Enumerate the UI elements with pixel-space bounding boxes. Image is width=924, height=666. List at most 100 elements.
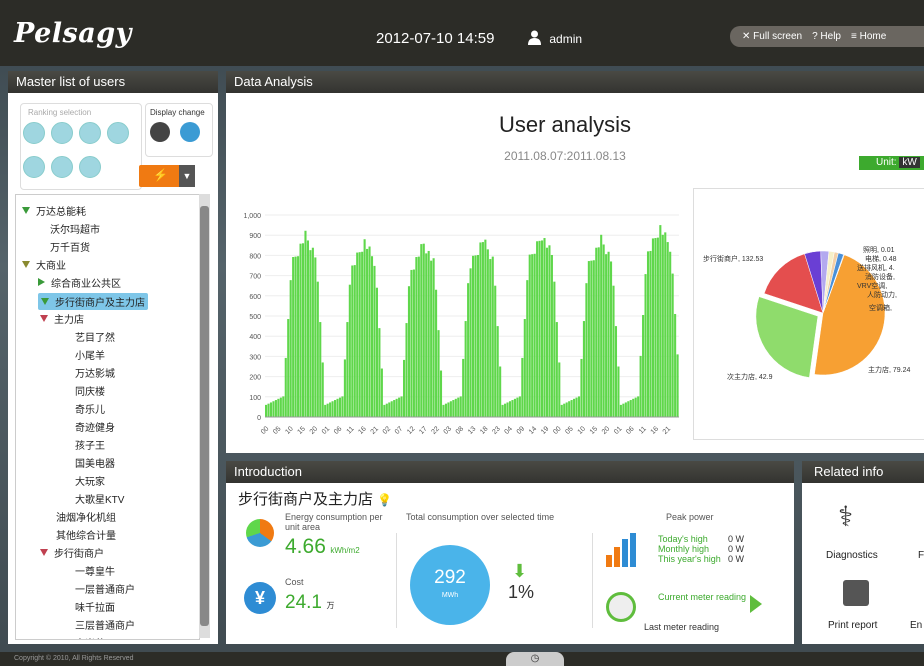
bar[interactable] (607, 251, 610, 417)
tree-item[interactable]: 主力店 (40, 311, 84, 326)
bar[interactable] (390, 401, 393, 417)
tree-scrollbar[interactable] (199, 194, 210, 638)
bar[interactable] (287, 319, 290, 417)
bar[interactable] (331, 401, 334, 417)
bar[interactable] (403, 359, 406, 417)
user-info[interactable]: admin (528, 30, 582, 46)
bar[interactable] (582, 321, 585, 417)
bar[interactable] (324, 404, 327, 417)
bar[interactable] (518, 396, 521, 417)
bar[interactable] (269, 402, 273, 417)
bar[interactable] (442, 404, 445, 417)
bar[interactable] (575, 397, 578, 417)
bar[interactable] (358, 252, 361, 417)
pie-slice[interactable] (755, 296, 819, 378)
bar[interactable] (363, 239, 366, 417)
bar[interactable] (508, 401, 512, 417)
tree-item[interactable]: 三层普通商户 (75, 617, 135, 632)
bar[interactable] (568, 401, 571, 417)
bar[interactable] (479, 242, 482, 417)
bar[interactable] (602, 244, 605, 417)
fullscreen-button[interactable]: ✕ Full screen (742, 31, 802, 42)
bar[interactable] (457, 397, 460, 417)
tree-toggle-icon[interactable] (40, 549, 48, 556)
tree-toggle-icon[interactable] (22, 207, 30, 214)
bar[interactable] (587, 261, 590, 417)
home-button[interactable]: ≡ Home (851, 31, 886, 42)
bar[interactable] (294, 256, 297, 417)
bar[interactable] (476, 254, 480, 417)
bar[interactable] (279, 397, 282, 417)
tree-item[interactable]: 大歌星KTV (75, 491, 124, 506)
bar[interactable] (486, 249, 489, 417)
bar[interactable] (585, 283, 588, 417)
bar[interactable] (610, 261, 613, 417)
bar[interactable] (356, 252, 359, 417)
bar[interactable] (573, 398, 576, 417)
bar[interactable] (570, 400, 573, 417)
bar[interactable] (444, 403, 447, 417)
bar[interactable] (380, 368, 383, 417)
bar[interactable] (299, 243, 302, 417)
bar[interactable] (410, 269, 413, 417)
tree-item[interactable]: 小尾羊 (75, 347, 105, 362)
bar[interactable] (395, 398, 398, 417)
bar[interactable] (553, 281, 556, 417)
bar[interactable] (338, 397, 342, 417)
bar[interactable] (629, 400, 632, 417)
tree-item[interactable]: 万达影城 (75, 365, 115, 380)
related-link-en[interactable]: En (910, 620, 922, 631)
bar[interactable] (361, 251, 364, 417)
bar[interactable] (590, 260, 593, 417)
bar[interactable] (311, 247, 314, 417)
bar[interactable] (373, 265, 376, 417)
bar[interactable] (265, 404, 268, 417)
bar[interactable] (366, 248, 369, 417)
bar[interactable] (499, 366, 502, 418)
bar[interactable] (405, 323, 408, 417)
rank-button-5[interactable] (23, 156, 45, 178)
bar[interactable] (462, 358, 465, 417)
related-link-f[interactable]: F (918, 550, 924, 561)
play-arrow-icon[interactable] (750, 595, 762, 613)
bar[interactable] (284, 357, 287, 417)
diagnostics-link[interactable]: Diagnostics (826, 550, 878, 561)
tree-item[interactable]: 大商业 (22, 257, 66, 272)
bar[interactable] (432, 258, 435, 417)
unit-badge[interactable]: Unit: kW (859, 156, 924, 170)
bar[interactable] (659, 225, 662, 417)
bar[interactable] (654, 238, 657, 417)
tree-item[interactable]: 综合商业公共区 (38, 275, 121, 290)
bar[interactable] (314, 257, 317, 417)
bar[interactable] (472, 255, 475, 417)
bar[interactable] (634, 397, 637, 417)
bar[interactable] (393, 400, 396, 417)
bar[interactable] (316, 281, 319, 417)
bar[interactable] (661, 234, 664, 417)
bar[interactable] (348, 284, 351, 417)
bar[interactable] (383, 404, 386, 417)
bar[interactable] (666, 242, 669, 417)
tree-item[interactable]: 其他综合计量 (56, 527, 116, 542)
bar[interactable] (671, 273, 674, 417)
bar[interactable] (469, 268, 472, 417)
bar[interactable] (309, 250, 312, 417)
rank-button-7[interactable] (79, 156, 101, 178)
bar[interactable] (452, 400, 455, 417)
bar[interactable] (619, 404, 622, 417)
bar[interactable] (489, 259, 492, 417)
bar[interactable] (412, 269, 415, 417)
bar[interactable] (496, 326, 499, 417)
bar[interactable] (548, 245, 551, 417)
bar[interactable] (454, 398, 457, 417)
bar[interactable] (484, 239, 487, 417)
tree-item[interactable]: 步行街商户 (40, 545, 104, 560)
bar[interactable] (624, 402, 627, 417)
bar[interactable] (353, 265, 356, 417)
tree-item[interactable]: 万千百货 (50, 239, 90, 254)
bar[interactable] (267, 403, 270, 417)
bar[interactable] (341, 396, 344, 417)
bar[interactable] (321, 362, 324, 417)
bar[interactable] (521, 357, 524, 417)
bar[interactable] (543, 238, 546, 417)
